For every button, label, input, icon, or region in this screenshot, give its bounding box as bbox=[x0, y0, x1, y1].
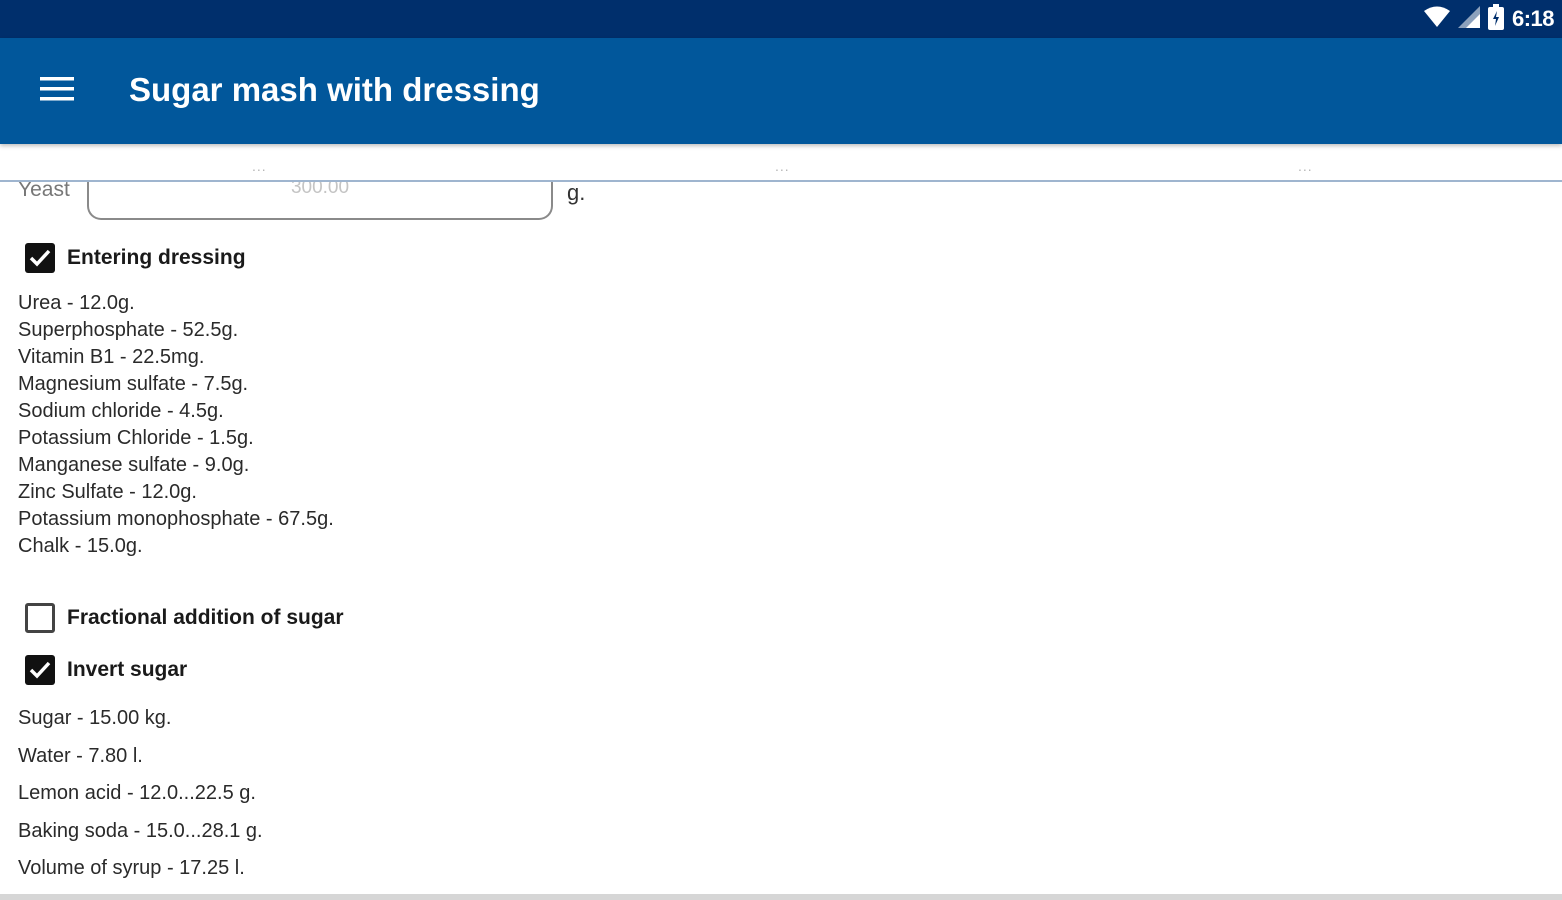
battery-icon bbox=[1487, 3, 1504, 35]
list-item: Potassium Chloride - 1.5g. bbox=[18, 427, 254, 449]
signal-icon bbox=[1457, 5, 1480, 33]
list-item: Baking soda - 15.0...28.1 g. bbox=[18, 819, 263, 842]
dressing-list: Urea - 12.0g. Superphosphate - 52.5g. Vi… bbox=[18, 290, 334, 560]
status-bar: 6:18 bbox=[0, 0, 1562, 38]
list-item: Zinc Sulfate - 12.0g. bbox=[18, 481, 197, 503]
list-item: Vitamin B1 - 22.5mg. bbox=[18, 346, 205, 368]
yeast-input[interactable]: 300.00 bbox=[87, 182, 553, 220]
list-item: Volume of syrup - 17.25 l. bbox=[18, 857, 245, 879]
tab-dots-2: ... bbox=[775, 158, 790, 174]
menu-icon bbox=[40, 76, 74, 106]
fractional-addition-label: Fractional addition of sugar bbox=[67, 606, 344, 629]
entering-dressing-label: Entering dressing bbox=[67, 246, 246, 269]
invert-sugar-checkbox[interactable] bbox=[25, 655, 55, 685]
invert-sugar-row[interactable]: Invert sugar bbox=[25, 654, 187, 686]
yeast-unit: g. bbox=[567, 182, 586, 205]
list-item: Lemon acid - 12.0...22.5 g. bbox=[18, 782, 256, 804]
entering-dressing-row[interactable]: Entering dressing bbox=[25, 242, 246, 274]
check-icon bbox=[29, 661, 51, 679]
fractional-addition-checkbox[interactable] bbox=[25, 603, 55, 633]
fractional-addition-row[interactable]: Fractional addition of sugar bbox=[25, 602, 344, 634]
list-item: Superphosphate - 52.5g. bbox=[18, 319, 239, 341]
list-item: Sugar - 15.00 kg. bbox=[18, 707, 172, 729]
wifi-icon bbox=[1423, 6, 1450, 33]
list-item: Urea - 12.0g. bbox=[18, 292, 135, 314]
list-item: Potassium monophosphate - 67.5g. bbox=[18, 508, 334, 530]
list-item: Chalk - 15.0g. bbox=[18, 535, 143, 557]
invert-sugar-list: Sugar - 15.00 kg. Water - 7.80 l. Lemon … bbox=[18, 700, 263, 888]
content-scroll[interactable]: Yeast 300.00 g. Entering dressing Urea -… bbox=[0, 182, 1562, 894]
bottom-edge bbox=[0, 894, 1562, 900]
tab-dots-1: ... bbox=[252, 158, 267, 174]
yeast-label: Yeast bbox=[18, 182, 70, 201]
entering-dressing-checkbox[interactable] bbox=[25, 243, 55, 273]
page-title: Sugar mash with dressing bbox=[129, 71, 540, 108]
invert-sugar-label: Invert sugar bbox=[67, 658, 188, 681]
list-item: Magnesium sulfate - 7.5g. bbox=[18, 373, 249, 395]
tab-dots-3: ... bbox=[1298, 158, 1313, 174]
list-item: Sodium chloride - 4.5g. bbox=[18, 400, 224, 422]
check-icon bbox=[29, 249, 51, 267]
app-bar: Sugar mash with dressing bbox=[0, 38, 1562, 144]
status-time: 6:18 bbox=[1511, 6, 1555, 31]
list-item: Manganese sulfate - 9.0g. bbox=[18, 454, 250, 476]
menu-button[interactable] bbox=[22, 62, 92, 120]
list-item: Water - 7.80 l. bbox=[18, 744, 143, 767]
status-icons: 6:18 bbox=[1423, 3, 1555, 35]
